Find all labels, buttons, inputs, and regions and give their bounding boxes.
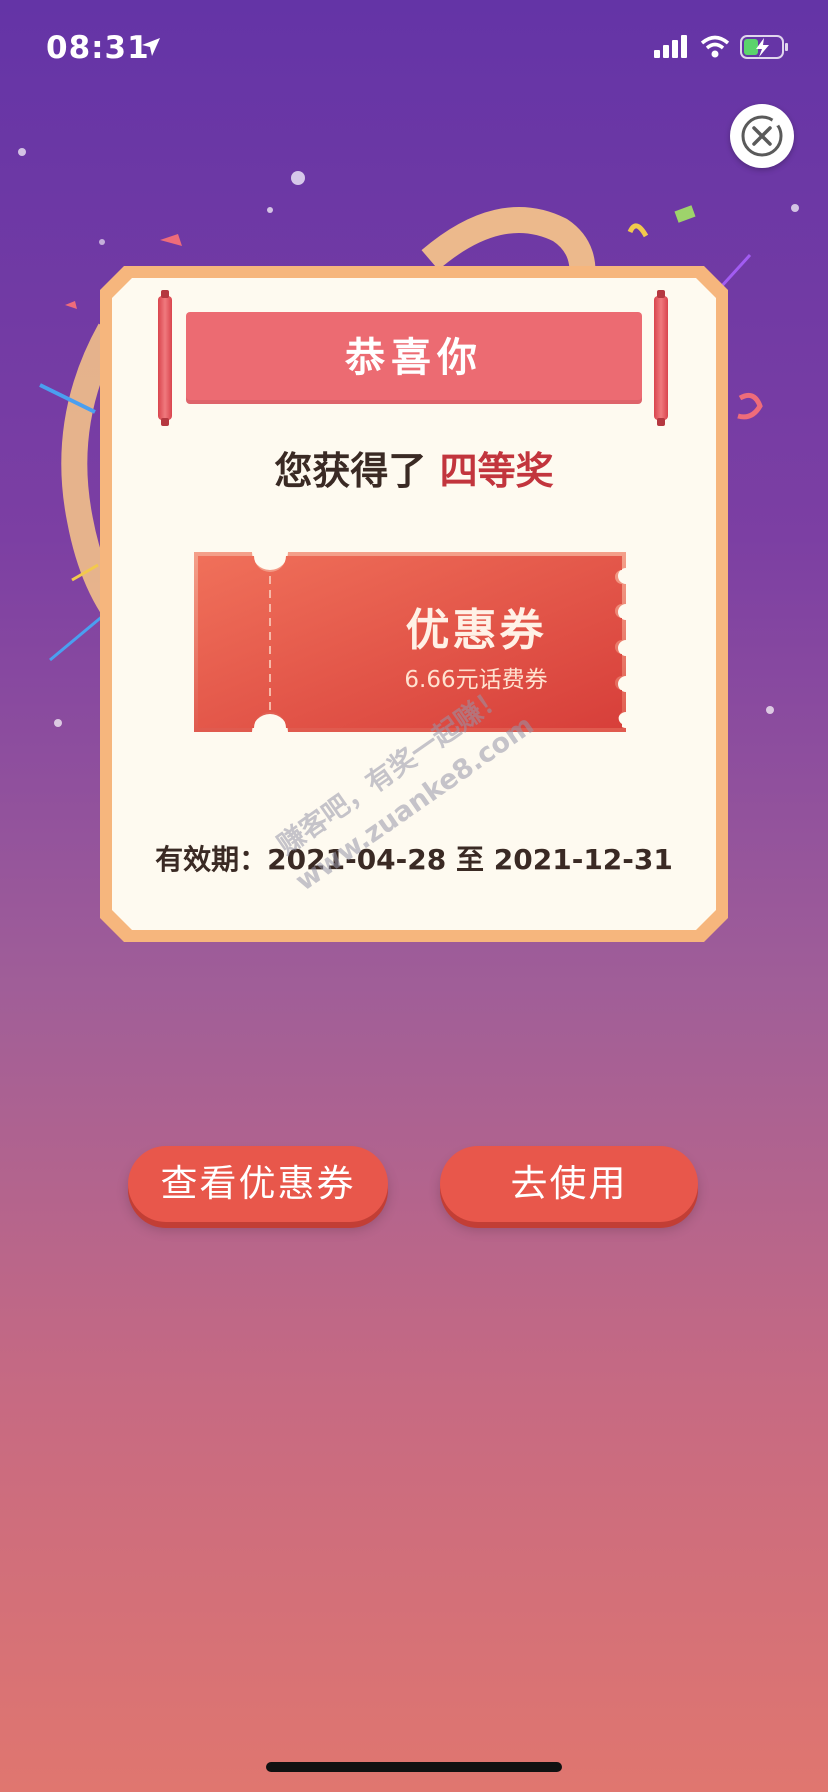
validity-label: 有效期：: [155, 843, 268, 876]
close-icon: [741, 115, 783, 157]
status-bar: 08:31: [0, 0, 828, 100]
congrats-banner: 恭喜你: [186, 312, 642, 404]
home-indicator[interactable]: [266, 1762, 562, 1772]
coupon-title: 优惠券: [405, 605, 547, 656]
coupon-ticket: 优惠券 6.66元话费券: [186, 546, 642, 738]
battery-charging-icon: [740, 35, 788, 59]
wifi-icon: [700, 35, 730, 58]
signal-icon: [654, 35, 687, 58]
status-time: 08:31: [46, 30, 150, 66]
prize-line: 您获得了 四等奖: [112, 440, 716, 495]
location-arrow-icon: [142, 38, 160, 56]
prize-prefix: 您获得了: [274, 449, 427, 493]
scroll-left-decoration: [158, 290, 172, 426]
prize-name: 四等奖: [439, 449, 554, 493]
view-coupon-button[interactable]: 查看优惠券: [128, 1146, 388, 1222]
banner-title: 恭喜你: [345, 335, 483, 381]
validity-end: 2021-12-31: [493, 843, 673, 876]
go-use-button[interactable]: 去使用: [440, 1146, 698, 1222]
validity-separator: 至: [456, 843, 485, 876]
validity-period: 有效期：2021-04-28 至 2021-12-31: [112, 838, 716, 878]
close-button[interactable]: [730, 104, 794, 168]
scroll-right-decoration: [654, 290, 668, 426]
